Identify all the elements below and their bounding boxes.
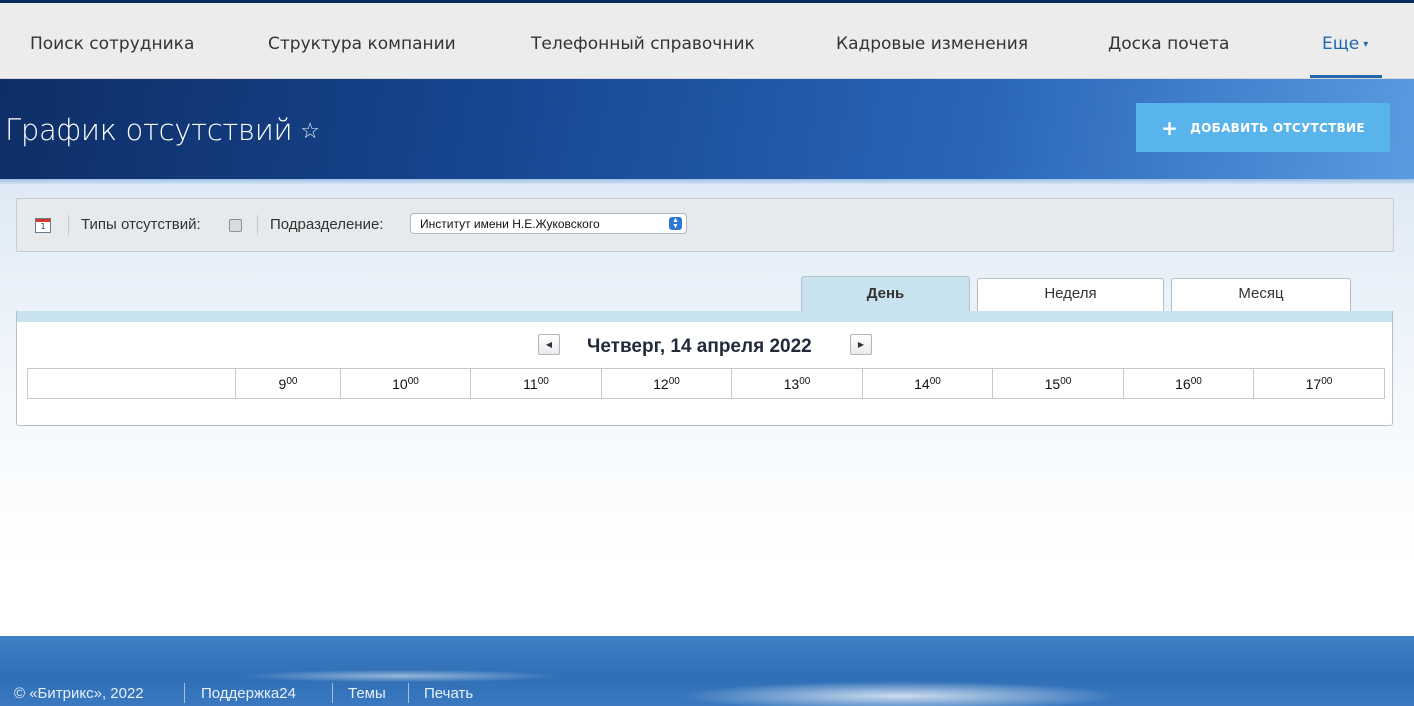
date-title: Четверг, 14 апреля 2022 bbox=[587, 336, 812, 357]
page-title: График отсутствий bbox=[5, 113, 293, 147]
hour-minutes: 00 bbox=[1060, 375, 1072, 387]
tab-week[interactable]: Неделя bbox=[977, 278, 1164, 311]
prev-day-button[interactable]: ◀ bbox=[538, 334, 560, 355]
top-navigation: Поиск сотрудника Структура компании Теле… bbox=[0, 3, 1414, 79]
hour-header-cell: 1600 bbox=[1123, 368, 1254, 399]
add-absence-label: ДОБАВИТЬ ОТСУТСТВИЕ bbox=[1190, 120, 1365, 135]
hour-minutes: 00 bbox=[1321, 375, 1333, 387]
hour-minutes: 00 bbox=[799, 375, 811, 387]
hour-label: 16 bbox=[1175, 375, 1191, 392]
tab-month[interactable]: Месяц bbox=[1171, 278, 1351, 311]
hour-minutes: 00 bbox=[286, 375, 298, 387]
hour-minutes: 00 bbox=[929, 375, 941, 387]
hour-label: 17 bbox=[1305, 375, 1322, 392]
calendar-icon-day: 1 bbox=[40, 222, 46, 231]
next-day-button[interactable]: ▶ bbox=[850, 334, 872, 355]
department-label: Подразделение: bbox=[270, 216, 384, 233]
filter-divider bbox=[68, 215, 69, 235]
hour-header-cell: 1400 bbox=[862, 368, 993, 399]
calendar-panel-bar bbox=[17, 311, 1392, 322]
filter-bar: 1 Типы отсутствий: Подразделение: Инстит… bbox=[16, 198, 1394, 252]
hour-minutes: 00 bbox=[537, 375, 549, 387]
hours-grid: 900 1000 1100 1200 1300 1400 1500 1600 1700 bbox=[27, 368, 1385, 399]
footer-copyright: © «Битрикс», 2022 bbox=[14, 685, 144, 702]
calendar-icon[interactable]: 1 bbox=[35, 218, 51, 233]
footer: © «Битрикс», 2022 Поддержка24 Темы Печат… bbox=[0, 636, 1414, 706]
hour-label: 10 bbox=[392, 375, 408, 392]
footer-divider bbox=[408, 683, 409, 703]
nav-item-honor-board[interactable]: Доска почета bbox=[1108, 34, 1229, 54]
hour-label: 14 bbox=[914, 375, 930, 392]
hour-label: 11 bbox=[523, 375, 538, 392]
page-header: График отсутствий ☆ + ДОБАВИТЬ ОТСУТСТВИЕ bbox=[0, 79, 1414, 179]
nav-item-staff-changes[interactable]: Кадровые изменения bbox=[836, 34, 1028, 54]
hour-minutes: 00 bbox=[407, 375, 419, 387]
footer-divider bbox=[184, 683, 185, 703]
nav-more-menu[interactable]: Еще ▾ bbox=[1322, 34, 1368, 54]
arrow-right-icon: ▶ bbox=[857, 340, 865, 349]
department-select-value: Институт имени Н.Е.Жуковского bbox=[420, 217, 600, 231]
hour-label: 12 bbox=[653, 375, 669, 392]
absence-types-label: Типы отсутствий: bbox=[81, 216, 201, 233]
nav-item-phone-directory[interactable]: Телефонный справочник bbox=[531, 34, 755, 54]
nav-item-company-structure[interactable]: Структура компании bbox=[268, 34, 456, 54]
footer-link-support[interactable]: Поддержка24 bbox=[201, 685, 296, 702]
department-select[interactable]: Институт имени Н.Е.Жуковского ▲ ▼ bbox=[410, 213, 687, 234]
footer-link-themes[interactable]: Темы bbox=[348, 685, 386, 702]
nav-item-employee-search[interactable]: Поиск сотрудника bbox=[30, 34, 194, 54]
hour-label: 15 bbox=[1044, 375, 1061, 392]
page-title-container: График отсутствий ☆ bbox=[5, 113, 320, 147]
calendar-panel: ◀ Четверг, 14 апреля 2022 ▶ 900 1000 1100 1… bbox=[16, 311, 1393, 426]
plus-icon: + bbox=[1161, 115, 1179, 140]
hour-minutes: 00 bbox=[1190, 375, 1202, 387]
absence-types-checkbox[interactable] bbox=[229, 219, 242, 232]
add-absence-button[interactable]: + ДОБАВИТЬ ОТСУТСТВИЕ bbox=[1136, 103, 1390, 152]
star-icon[interactable]: ☆ bbox=[300, 119, 320, 144]
hour-minutes: 00 bbox=[668, 375, 680, 387]
footer-divider bbox=[332, 683, 333, 703]
hour-header-cell: 900 bbox=[235, 368, 341, 399]
hour-header-cell: 1500 bbox=[992, 368, 1124, 399]
select-arrows-icon: ▲ ▼ bbox=[669, 217, 682, 230]
footer-link-print[interactable]: Печать bbox=[424, 685, 473, 702]
hour-header-cell: 1100 bbox=[470, 368, 602, 399]
arrow-left-icon: ◀ bbox=[545, 340, 553, 349]
hour-header-cell: 1700 bbox=[1253, 368, 1385, 399]
hour-header-cell: 1200 bbox=[601, 368, 732, 399]
hour-header-cell: 1000 bbox=[340, 368, 471, 399]
nav-more-label: Еще bbox=[1322, 34, 1360, 54]
hour-header-cell: 1300 bbox=[731, 368, 863, 399]
tab-day[interactable]: День bbox=[801, 276, 970, 312]
hours-row: 900 1000 1100 1200 1300 1400 1500 1600 1700 bbox=[27, 368, 1385, 399]
chevron-down-icon: ▾ bbox=[1363, 39, 1369, 50]
nav-active-underline bbox=[1310, 75, 1382, 78]
filter-divider bbox=[257, 215, 258, 235]
employee-column-header bbox=[27, 368, 236, 399]
hour-label: 13 bbox=[783, 375, 800, 392]
